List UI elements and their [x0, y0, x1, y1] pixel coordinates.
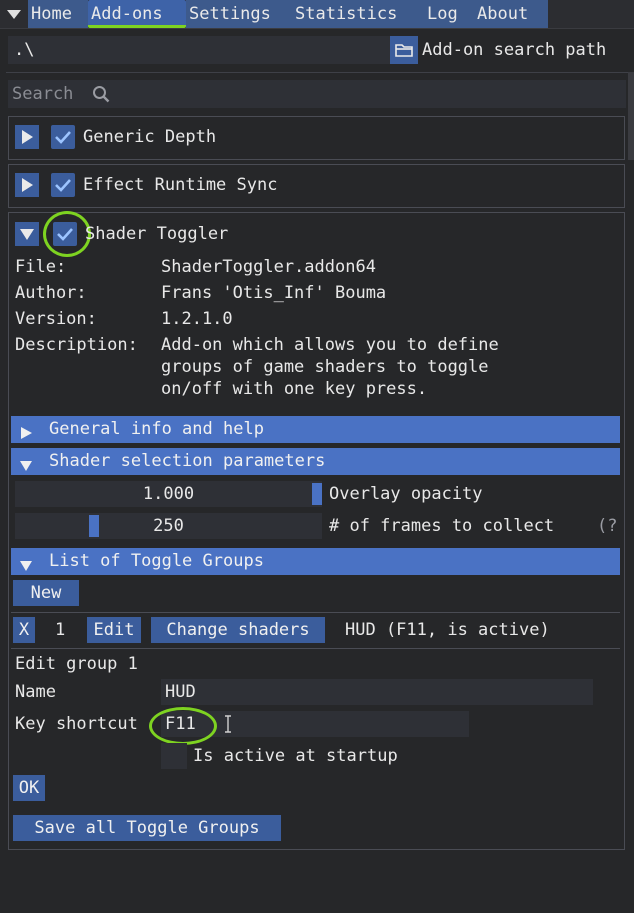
- search-path-field[interactable]: .\: [8, 36, 390, 64]
- name-value: HUD: [165, 682, 196, 702]
- description-line: on/off with one key press.: [161, 379, 428, 399]
- ok-button[interactable]: OK: [13, 775, 45, 801]
- triangle-right-icon: [19, 422, 33, 449]
- slider-value: 250: [153, 516, 184, 536]
- search-input[interactable]: Search: [8, 80, 626, 108]
- search-icon: [92, 85, 110, 103]
- triangle-down-icon: [19, 455, 33, 482]
- collapse-arrow-button[interactable]: [15, 222, 39, 246]
- edit-group-button[interactable]: Edit: [87, 617, 141, 643]
- section-title: General info and help: [49, 419, 264, 439]
- name-label: Name: [15, 682, 56, 702]
- name-input[interactable]: HUD: [161, 679, 593, 705]
- overlay-opacity-label: Overlay opacity: [329, 484, 483, 504]
- version-value: 1.2.1.0: [161, 309, 233, 329]
- folder-button[interactable]: [390, 36, 418, 64]
- active-at-startup-label: Is active at startup: [193, 746, 398, 766]
- group-summary: HUD (F11, is active): [345, 620, 550, 640]
- version-label: Version:: [15, 309, 97, 329]
- menu-about[interactable]: About: [474, 0, 548, 28]
- new-group-button[interactable]: New: [13, 580, 79, 606]
- menu-settings[interactable]: Settings: [186, 0, 292, 28]
- triangle-right-icon: [15, 178, 39, 202]
- menu-addons[interactable]: Add-ons: [88, 0, 186, 28]
- addon-generic-depth: Generic Depth: [8, 116, 625, 160]
- check-icon: [51, 131, 75, 154]
- change-shaders-button[interactable]: Change shaders: [151, 617, 325, 643]
- shader-selection-header[interactable]: Shader selection parameters: [11, 448, 620, 475]
- addon-name: Effect Runtime Sync: [83, 175, 278, 195]
- menu-home[interactable]: Home: [28, 0, 88, 28]
- description-line: groups of game shaders to toggle: [161, 357, 489, 377]
- active-at-startup-checkbox[interactable]: [161, 743, 187, 769]
- addon-effect-runtime-sync: Effect Runtime Sync: [8, 164, 625, 208]
- divider: [11, 612, 620, 613]
- general-info-header[interactable]: General info and help: [11, 416, 620, 443]
- check-icon: [51, 179, 75, 202]
- expand-arrow-button[interactable]: [15, 173, 39, 197]
- remove-group-button[interactable]: X: [13, 617, 35, 643]
- author-value: Frans 'Otis_Inf' Bouma: [161, 283, 387, 303]
- highlight-circle: [149, 707, 217, 745]
- expand-arrow-button[interactable]: [15, 125, 39, 149]
- divider: [11, 648, 620, 649]
- divider: [6, 72, 628, 73]
- search-placeholder: Search: [12, 84, 74, 104]
- addon-shader-toggler: Shader Toggler File: ShaderToggler.addon…: [8, 211, 625, 850]
- scrollbar[interactable]: [628, 72, 634, 160]
- description-line: Add-on which allows you to define: [161, 335, 499, 355]
- edit-group-title: Edit group 1: [15, 654, 138, 674]
- save-all-button[interactable]: Save all Toggle Groups: [13, 815, 281, 841]
- highlight-circle: [43, 211, 91, 257]
- file-value: ShaderToggler.addon64: [161, 257, 376, 277]
- folder-icon: [390, 44, 418, 69]
- slider-value: 1.000: [142, 484, 195, 504]
- frames-slider[interactable]: 250: [15, 513, 322, 539]
- frames-label: # of frames to collect: [329, 516, 555, 536]
- help-marker[interactable]: (?: [597, 513, 617, 539]
- enable-checkbox[interactable]: [51, 173, 75, 197]
- section-title: Shader selection parameters: [49, 451, 326, 471]
- key-shortcut-label: Key shortcut: [15, 714, 138, 734]
- section-title: List of Toggle Groups: [49, 551, 264, 571]
- group-index: 1: [55, 620, 66, 640]
- file-label: File:: [15, 257, 67, 277]
- enable-checkbox[interactable]: [51, 125, 75, 149]
- triangle-down-icon: [15, 229, 39, 251]
- addon-name: Shader Toggler: [85, 224, 229, 244]
- overlay-opacity-slider[interactable]: 1.000: [15, 481, 322, 507]
- author-label: Author:: [15, 283, 87, 303]
- toggle-groups-header[interactable]: List of Toggle Groups: [11, 548, 620, 575]
- text-cursor-icon: [223, 715, 233, 733]
- menu-log[interactable]: Log: [424, 0, 474, 28]
- triangle-down-icon: [19, 555, 33, 582]
- addon-name: Generic Depth: [83, 127, 217, 147]
- chevron-down-icon[interactable]: [6, 6, 22, 22]
- menu-statistics[interactable]: Statistics: [292, 0, 426, 28]
- search-path-label: Add-on search path: [422, 40, 607, 60]
- description-label: Description:: [15, 335, 138, 355]
- triangle-right-icon: [15, 130, 39, 154]
